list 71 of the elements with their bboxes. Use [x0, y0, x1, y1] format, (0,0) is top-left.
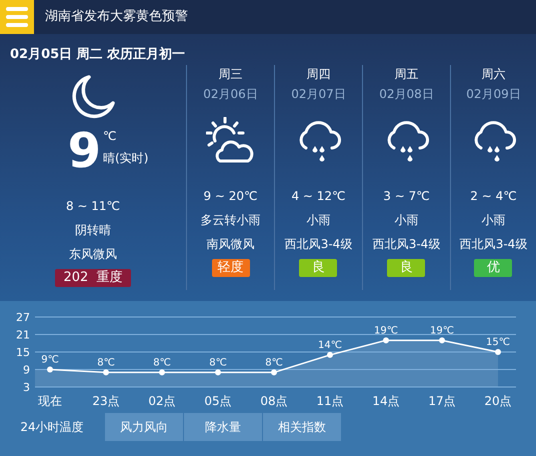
alert-title: 湖南省发布大雾黄色预警 [45, 8, 188, 26]
air-quality-badge: 轻度 [212, 259, 250, 277]
chart-tab[interactable]: 风力风向 [105, 413, 183, 441]
y-axis-label: 21 [16, 328, 30, 342]
wind-text: 南风微风 [206, 236, 254, 253]
data-point [271, 369, 277, 376]
y-axis-label: 3 [23, 381, 30, 394]
value-label: 8℃ [97, 357, 115, 368]
temperature-range: 3 ~ 7℃ [383, 188, 430, 205]
x-axis-label: 现在 [38, 394, 62, 408]
air-quality-badge: 202 重度 [55, 269, 131, 287]
x-axis-label: 20点 [484, 394, 512, 408]
chart-tab[interactable]: 相关指数 [263, 413, 341, 441]
day-label: 周五 [394, 66, 418, 83]
weather-text: 小雨 [306, 212, 330, 229]
x-axis-label: 17点 [428, 394, 456, 408]
data-point [327, 352, 333, 358]
wind-text: 西北风3-4级 [460, 236, 528, 253]
weather-text: 阴转晴 [74, 222, 111, 239]
temperature-range: 9 ~ 20℃ [203, 188, 258, 205]
weather-text: 小雨 [481, 212, 506, 229]
current-temperature: 9 [68, 127, 102, 175]
y-axis-label: 15 [16, 346, 30, 359]
wind-text: 西北风3-4级 [284, 236, 352, 253]
date-label: 02月09日 [466, 86, 521, 103]
weather-text: 小雨 [394, 212, 418, 229]
current-condition: 晴(实时) [103, 150, 148, 167]
day-label: 周四 [306, 66, 330, 83]
air-quality-badge: 良 [387, 259, 426, 277]
x-axis-label: 02点 [148, 394, 176, 408]
y-axis-label: 9 [23, 364, 30, 376]
date-label: 02月06日 [203, 86, 258, 103]
value-label: 19℃ [430, 325, 454, 336]
y-axis-label: 27 [16, 311, 30, 324]
data-point [47, 366, 53, 372]
x-axis-label: 05点 [204, 394, 232, 408]
sun-cloud-icon [206, 117, 256, 165]
value-label: 15℃ [486, 337, 510, 348]
day-label: 周三 [218, 66, 242, 83]
menu-button[interactable] [0, 0, 34, 34]
x-axis-label: 14点 [372, 394, 400, 408]
air-quality-badge: 良 [299, 259, 338, 277]
temperature-range: 4 ~ 12℃ [291, 188, 346, 205]
data-point [103, 369, 109, 376]
value-label: 8℃ [265, 357, 283, 368]
day-label: 周六 [482, 66, 506, 83]
chart-tab[interactable]: 24小时温度 [0, 413, 104, 441]
x-axis-label: 11点 [316, 394, 344, 408]
value-label: 19℃ [374, 325, 398, 336]
date-label: 02月08日 [379, 86, 434, 103]
date-label: 02月07日 [291, 86, 346, 103]
value-label: 14℃ [318, 340, 342, 351]
data-point [215, 369, 221, 376]
value-label: 9℃ [41, 354, 59, 366]
date-line: 02月05日 周二 农历正月初一 [10, 46, 186, 64]
weather-text: 多云转小雨 [200, 212, 260, 229]
temperature-range: 2 ~ 4℃ [470, 188, 517, 205]
chart-tab[interactable]: 降水量 [184, 413, 262, 441]
wind-text: 西北风3-4级 [372, 236, 440, 253]
data-point [159, 369, 165, 376]
data-point [439, 337, 445, 344]
air-quality-badge: 优 [474, 259, 512, 277]
unit-label: ℃ [103, 128, 118, 145]
wind-text: 东风微风 [68, 246, 117, 263]
temperature-range: 8 ~ 11℃ [66, 198, 120, 215]
value-label: 8℃ [209, 357, 227, 368]
data-point [383, 337, 389, 344]
x-axis-label: 23点 [92, 394, 120, 408]
x-axis-label: 08点 [260, 394, 288, 408]
value-label: 8℃ [153, 357, 171, 368]
data-point [495, 349, 501, 355]
